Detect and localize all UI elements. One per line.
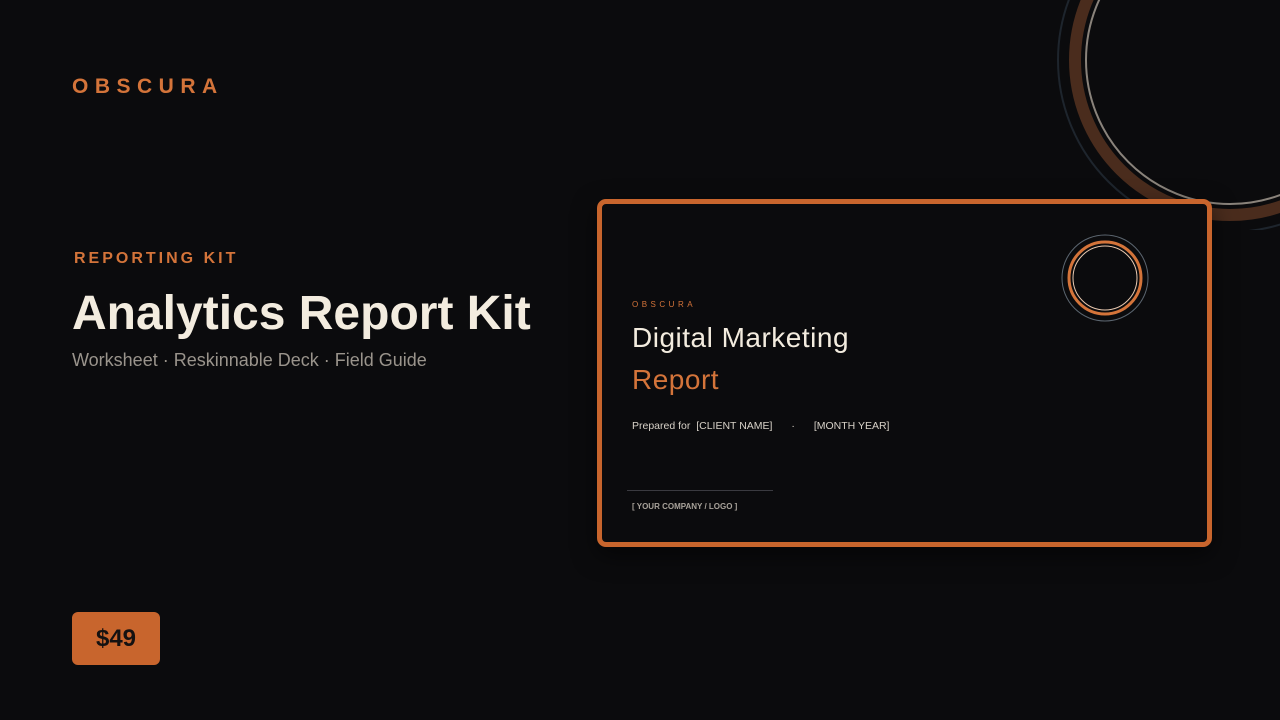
card-divider — [627, 490, 773, 491]
card-accent-title: Report — [632, 364, 720, 395]
meta-separator: · — [791, 420, 795, 432]
report-preview-card: OBSCURA Digital Marketing Report Prepare… — [597, 199, 1212, 547]
page-title: Analytics Report Kit — [72, 287, 531, 340]
eyebrow-label: REPORTING KIT — [74, 250, 239, 267]
date-placeholder: [MONTH YEAR] — [813, 420, 890, 432]
card-title: Digital Marketing — [632, 322, 850, 353]
ring-emblem-icon — [1061, 234, 1149, 322]
page-subtitle: Worksheet · Reskinnable Deck · Field Gui… — [72, 350, 427, 370]
prepared-for-label: Prepared for — [632, 420, 691, 432]
client-placeholder: [CLIENT NAME] — [696, 420, 773, 432]
card-meta: Prepared for [CLIENT NAME] · [MONTH YEAR… — [632, 420, 889, 432]
card-brand: OBSCURA — [632, 300, 697, 309]
decorative-rings — [1057, 0, 1280, 230]
brand-logo: OBSCURA — [72, 75, 224, 98]
product-banner: OBSCURA REPORTING KIT Analytics Report K… — [0, 0, 1280, 720]
company-logo-placeholder: [ YOUR COMPANY / LOGO ] — [632, 502, 738, 511]
price-badge[interactable]: $49 — [72, 612, 160, 665]
